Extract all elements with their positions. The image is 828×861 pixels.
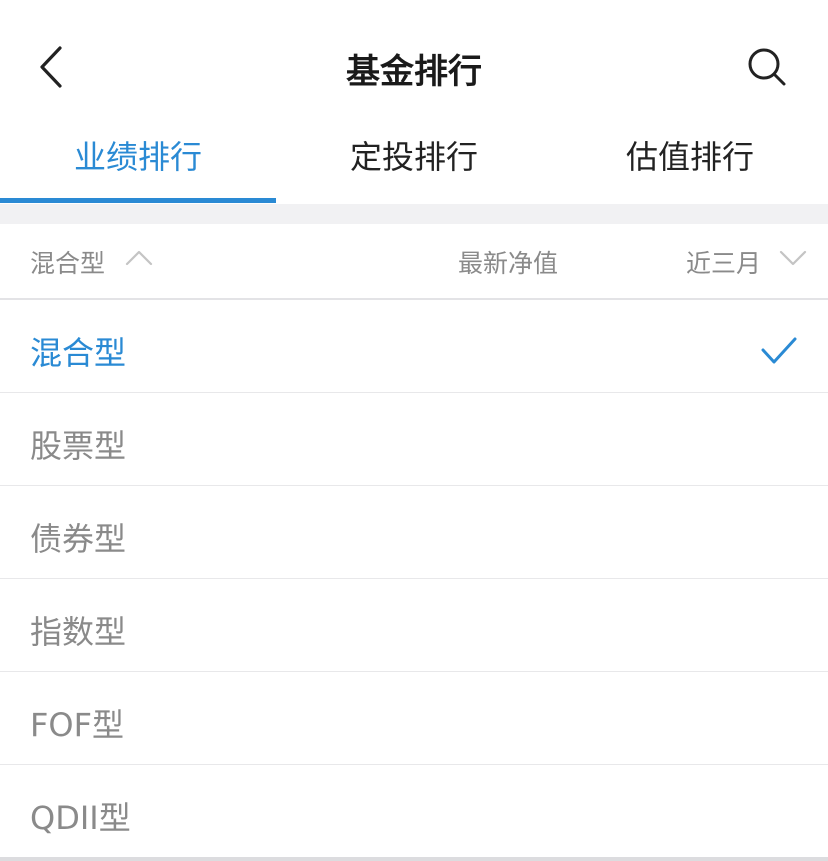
fund-type-option-qdii[interactable]: QDII型 — [0, 765, 828, 858]
option-label: 混合型 — [30, 334, 127, 372]
page-title: 基金排行 — [346, 52, 482, 92]
period-filter[interactable]: 近三月 — [686, 244, 761, 280]
option-label: 股票型 — [30, 427, 127, 465]
fund-type-option-hybrid[interactable]: 混合型 — [0, 300, 828, 393]
option-label: 债券型 — [30, 520, 127, 558]
fund-type-filter[interactable]: 混合型 — [30, 244, 105, 280]
active-tab-indicator — [0, 198, 276, 203]
tab-fixed-investment-ranking[interactable]: 定投排行 — [276, 132, 552, 178]
tab-valuation-ranking[interactable]: 估值排行 — [552, 132, 828, 178]
option-label: QDII型 — [30, 799, 131, 837]
tab-performance-ranking[interactable]: 业绩排行 — [0, 132, 276, 178]
option-label: FOF型 — [30, 706, 125, 744]
fund-type-option-stock[interactable]: 股票型 — [0, 393, 828, 486]
bottom-divider — [0, 857, 828, 861]
filter-bar: 混合型 最新净值 近三月 — [0, 224, 828, 300]
fund-type-option-index[interactable]: 指数型 — [0, 579, 828, 672]
latest-nav-column-label: 最新净值 — [458, 249, 559, 278]
chevron-down-icon[interactable] — [778, 246, 808, 270]
fund-type-option-bond[interactable]: 债券型 — [0, 486, 828, 579]
search-button[interactable] — [744, 44, 790, 90]
fund-type-dropdown-list: 混合型 股票型 债券型 指数型 FOF型 QDII型 — [0, 300, 828, 858]
checkmark-icon — [761, 337, 797, 364]
search-icon — [748, 48, 786, 86]
chevron-up-icon[interactable] — [124, 246, 154, 270]
option-label: 指数型 — [30, 613, 127, 651]
app-header: 基金排行 — [0, 0, 828, 118]
section-divider — [0, 204, 828, 224]
ranking-tabs: 业绩排行 定投排行 估值排行 — [0, 118, 828, 204]
fund-type-option-fof[interactable]: FOF型 — [0, 672, 828, 765]
